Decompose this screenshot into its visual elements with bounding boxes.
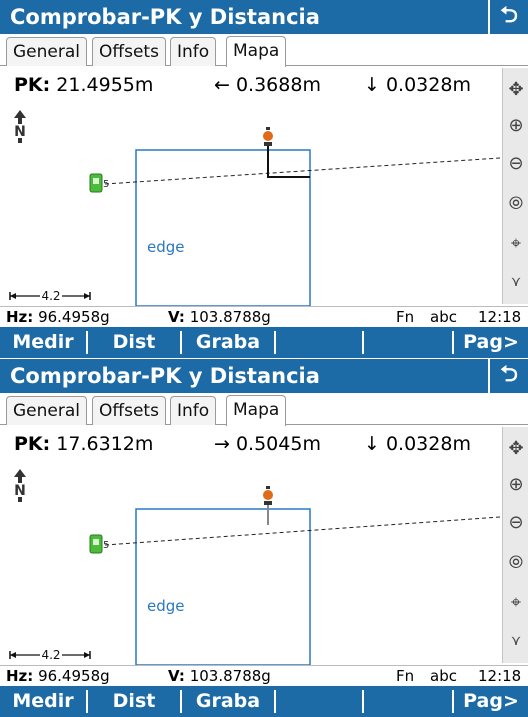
svg-text:5: 5 bbox=[103, 179, 109, 190]
north-label: N bbox=[14, 124, 26, 140]
softkey-4-button[interactable] bbox=[276, 686, 362, 717]
center-target-icon[interactable]: ⌖ bbox=[504, 230, 528, 258]
pk-value: 21.4955m bbox=[56, 74, 154, 96]
pag-button[interactable]: Pag> bbox=[454, 327, 528, 358]
pk-label: PK: bbox=[14, 74, 51, 96]
prism-icon bbox=[263, 486, 273, 505]
pan-icon[interactable]: ✥ bbox=[504, 76, 528, 104]
edge-label: edge bbox=[147, 597, 185, 615]
window-title: Comprobar-PK y Distancia bbox=[10, 364, 320, 388]
clock: 12:18 bbox=[478, 308, 522, 326]
tab-offsets[interactable]: Offsets bbox=[92, 37, 166, 66]
zoom-extents-icon[interactable]: ⦾ bbox=[504, 549, 528, 577]
center-target-icon[interactable]: ⌖ bbox=[504, 589, 528, 617]
chevron-down-icon[interactable]: ⋎ bbox=[504, 268, 528, 296]
height-value: ↓ 0.0328m bbox=[364, 433, 471, 455]
tab-offsets[interactable]: Offsets bbox=[92, 396, 166, 425]
zoom-extents-icon[interactable]: ⦾ bbox=[504, 190, 528, 218]
map-toolbar: ✥ ⊕ ⊖ ⦾ ⌖ ⋎ bbox=[502, 427, 528, 663]
offset-value: ← 0.3688m bbox=[214, 74, 321, 96]
pan-icon[interactable]: ✥ bbox=[504, 435, 528, 463]
tab-bar: General Offsets Info Mapa bbox=[0, 36, 528, 67]
softkey-5-button[interactable] bbox=[364, 327, 452, 358]
map-canvas[interactable]: N edge 5 4.2 bbox=[2, 459, 500, 665]
edge-polygon bbox=[135, 508, 311, 665]
dist-button[interactable]: Dist bbox=[88, 686, 180, 717]
softkey-4-button[interactable] bbox=[276, 327, 362, 358]
tab-mapa[interactable]: Mapa bbox=[226, 36, 287, 67]
map-canvas[interactable]: N edge 5 4.2 bbox=[2, 100, 500, 306]
v-value: 103.8788g bbox=[189, 667, 271, 685]
pk-readout: PK: 17.6312m bbox=[14, 433, 153, 455]
north-arrow-icon: N bbox=[14, 469, 26, 502]
status-bar: Hz: 96.4958g V: 103.8788g Fn abc 12:18 bbox=[0, 665, 528, 685]
hz-value: 96.4958g bbox=[38, 308, 110, 326]
tab-general[interactable]: General bbox=[6, 396, 87, 425]
tab-mapa[interactable]: Mapa bbox=[226, 395, 287, 426]
offset-value: → 0.5045m bbox=[214, 433, 321, 455]
reference-line bbox=[104, 157, 500, 185]
return-arrow-icon[interactable]: ⮌ bbox=[488, 0, 528, 34]
prism-icon bbox=[263, 127, 273, 146]
zoom-in-icon[interactable]: ⊕ bbox=[504, 471, 528, 499]
edge-polygon bbox=[135, 149, 311, 306]
map-toolbar: ✥ ⊕ ⊖ ⦾ ⌖ ⋎ bbox=[502, 68, 528, 304]
fn-indicator: Fn bbox=[396, 308, 415, 326]
tab-bar: General Offsets Info Mapa bbox=[0, 395, 528, 426]
softkey-bar: Medir Dist Graba Pag> bbox=[0, 327, 528, 358]
pk-value: 17.6312m bbox=[56, 433, 154, 455]
tab-info[interactable]: Info bbox=[170, 396, 217, 425]
v-label: V: bbox=[168, 308, 185, 326]
fn-indicator: Fn bbox=[396, 667, 415, 685]
zoom-in-icon[interactable]: ⊕ bbox=[504, 112, 528, 140]
scale-label: 4.2 bbox=[41, 648, 60, 662]
height-value: ↓ 0.0328m bbox=[364, 74, 471, 96]
title-bar: Comprobar-PK y Distancia ⮌ bbox=[0, 0, 528, 34]
edge-label: edge bbox=[147, 238, 185, 256]
return-arrow-icon[interactable]: ⮌ bbox=[488, 359, 528, 393]
total-station-icon: 5 bbox=[89, 534, 109, 554]
scale-label: 4.2 bbox=[41, 289, 60, 303]
hz-label: Hz: bbox=[6, 308, 34, 326]
reference-line bbox=[104, 516, 500, 546]
screen-panel-2: Comprobar-PK y Distancia ⮌ General Offse… bbox=[0, 359, 528, 717]
graba-button[interactable]: Graba bbox=[182, 686, 274, 717]
v-label: V: bbox=[168, 667, 185, 685]
chevron-down-icon[interactable]: ⋎ bbox=[504, 627, 528, 655]
title-bar: Comprobar-PK y Distancia ⮌ bbox=[0, 359, 528, 393]
medir-button[interactable]: Medir bbox=[0, 686, 86, 717]
svg-text:5: 5 bbox=[103, 540, 109, 551]
softkey-bar: Medir Dist Graba Pag> bbox=[0, 686, 528, 717]
north-arrow-icon: N bbox=[14, 110, 26, 143]
medir-button[interactable]: Medir bbox=[0, 327, 86, 358]
zoom-out-icon[interactable]: ⊖ bbox=[504, 150, 528, 178]
abc-indicator: abc bbox=[430, 308, 457, 326]
abc-indicator: abc bbox=[430, 667, 457, 685]
graba-button[interactable]: Graba bbox=[182, 327, 274, 358]
pag-button[interactable]: Pag> bbox=[454, 686, 528, 717]
screen-panel-1: Comprobar-PK y Distancia ⮌ General Offse… bbox=[0, 0, 528, 358]
pk-readout: PK: 21.4955m bbox=[14, 74, 153, 96]
hz-label: Hz: bbox=[6, 667, 34, 685]
tab-general[interactable]: General bbox=[6, 37, 87, 66]
v-value: 103.8788g bbox=[189, 308, 271, 326]
clock: 12:18 bbox=[478, 667, 522, 685]
zoom-out-icon[interactable]: ⊖ bbox=[504, 509, 528, 537]
status-bar: Hz: 96.4958g V: 103.8788g Fn abc 12:18 bbox=[0, 306, 528, 326]
pk-label: PK: bbox=[14, 433, 51, 455]
window-title: Comprobar-PK y Distancia bbox=[10, 5, 320, 29]
scale-bar: 4.2 bbox=[9, 289, 91, 303]
hz-value: 96.4958g bbox=[38, 667, 110, 685]
tab-info[interactable]: Info bbox=[170, 37, 217, 66]
softkey-5-button[interactable] bbox=[364, 686, 452, 717]
scale-bar: 4.2 bbox=[9, 648, 91, 662]
total-station-icon: 5 bbox=[89, 173, 109, 193]
north-label: N bbox=[14, 483, 26, 499]
dist-button[interactable]: Dist bbox=[88, 327, 180, 358]
